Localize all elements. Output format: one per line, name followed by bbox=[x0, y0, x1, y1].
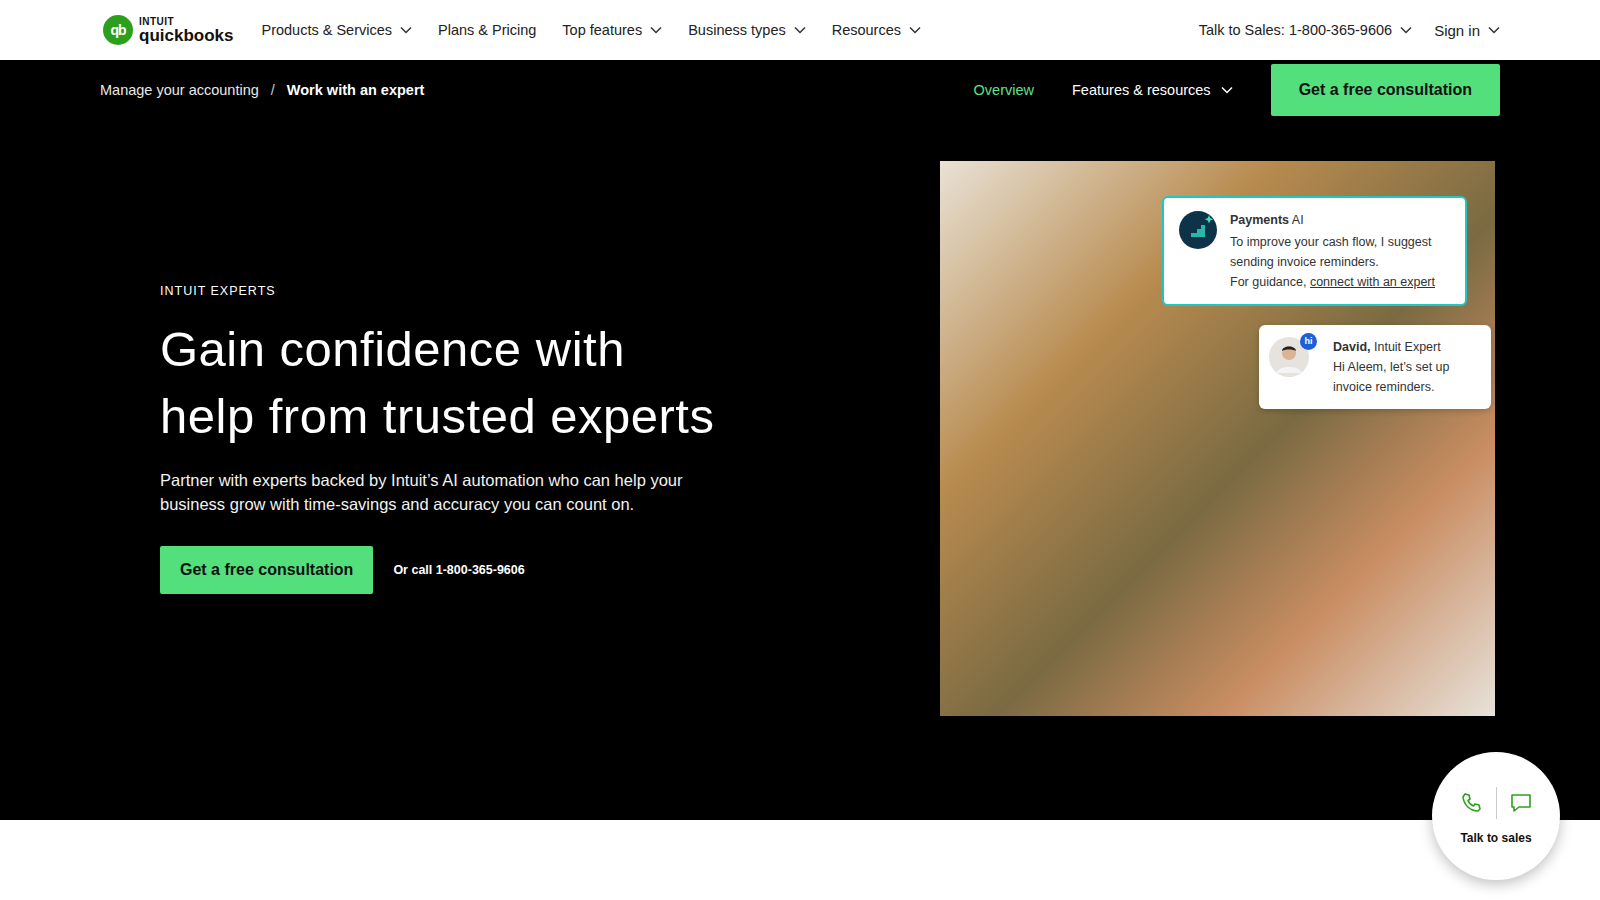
header-actions: Talk to Sales: 1-800-365-9606 Sign in bbox=[1199, 22, 1500, 39]
hero-actions: Get a free consultation Or call 1-800-36… bbox=[160, 546, 720, 594]
chevron-down-icon bbox=[1221, 86, 1233, 94]
nav-item[interactable]: Products & Services bbox=[261, 22, 412, 38]
consultation-button[interactable]: Get a free consultation bbox=[160, 546, 373, 594]
chat-icon[interactable] bbox=[1509, 791, 1533, 815]
expert-avatar-icon: hi bbox=[1269, 337, 1309, 377]
assistant-text: Payments AI To improve your cash flow, I… bbox=[1230, 210, 1455, 292]
hero-title: Gain confidence with help from trusted e… bbox=[160, 316, 720, 450]
breadcrumb[interactable]: Manage your accounting bbox=[100, 82, 259, 98]
chat-text: David, Intuit Expert Hi Aleem, let’s set… bbox=[1333, 337, 1481, 397]
eyebrow: INTUIT EXPERTS bbox=[160, 284, 720, 298]
content-below bbox=[0, 820, 1600, 900]
hero-photo: Payments AI To improve your cash flow, I… bbox=[940, 161, 1495, 716]
sub-nav-link[interactable]: Features & resources bbox=[1072, 82, 1233, 98]
chat-badge: hi bbox=[1300, 333, 1317, 350]
chevron-down-icon bbox=[400, 26, 412, 34]
talk-to-sales-label: Talk to sales bbox=[1460, 831, 1531, 845]
breadcrumb[interactable]: Work with an expert bbox=[287, 82, 425, 98]
chat-card: hi David, Intuit Expert Hi Aleem, let’s … bbox=[1259, 325, 1491, 409]
hero-body: Partner with experts backed by Intuit’s … bbox=[160, 468, 720, 516]
nav-item[interactable]: Plans & Pricing bbox=[438, 22, 536, 38]
quickbooks-logo[interactable]: qb INTUIT quickbooks bbox=[103, 15, 233, 45]
expert-link[interactable]: connect with an expert bbox=[1310, 275, 1435, 289]
chevron-down-icon bbox=[909, 26, 921, 34]
sign-in-link[interactable]: Sign in bbox=[1434, 22, 1500, 39]
call-link[interactable]: Or call 1-800-365-9606 bbox=[393, 563, 524, 577]
breadcrumbs: Manage your accounting / Work with an exp… bbox=[100, 82, 424, 98]
hero-text: INTUIT EXPERTS Gain confidence with help… bbox=[160, 284, 720, 594]
talk-to-sales-link[interactable]: Talk to Sales: 1-800-365-9606 bbox=[1199, 22, 1412, 39]
nav-item[interactable]: Business types bbox=[688, 22, 806, 38]
talk-to-sales-widget[interactable]: Talk to sales bbox=[1432, 752, 1560, 880]
logo-text: INTUIT quickbooks bbox=[139, 17, 233, 44]
top-nav: qb INTUIT quickbooks Products & Services… bbox=[0, 0, 1600, 60]
phone-icon[interactable] bbox=[1460, 791, 1484, 815]
payments-ai-icon bbox=[1178, 210, 1218, 250]
assistant-card: Payments AI To improve your cash flow, I… bbox=[1162, 196, 1467, 306]
consultation-button[interactable]: Get a free consultation bbox=[1271, 64, 1500, 116]
sub-nav-links: Overview Features & resources Get a free … bbox=[974, 64, 1500, 116]
hero: INTUIT EXPERTS Gain confidence with help… bbox=[0, 120, 1600, 820]
hero-section: Manage your accounting / Work with an exp… bbox=[0, 60, 1600, 820]
sub-nav: Manage your accounting / Work with an exp… bbox=[0, 60, 1600, 120]
chevron-down-icon bbox=[1488, 26, 1500, 34]
logo-mark-icon: qb bbox=[103, 15, 133, 45]
breadcrumb-separator: / bbox=[271, 82, 275, 98]
page: qb INTUIT quickbooks Products & Services… bbox=[0, 0, 1600, 900]
main-nav: Products & Services Plans & Pricing Top fe… bbox=[261, 22, 921, 38]
sub-nav-link[interactable]: Overview bbox=[974, 82, 1034, 98]
nav-item[interactable]: Top features bbox=[562, 22, 662, 38]
chevron-down-icon bbox=[1400, 26, 1412, 34]
nav-item[interactable]: Resources bbox=[832, 22, 921, 38]
chevron-down-icon bbox=[650, 26, 662, 34]
chevron-down-icon bbox=[794, 26, 806, 34]
